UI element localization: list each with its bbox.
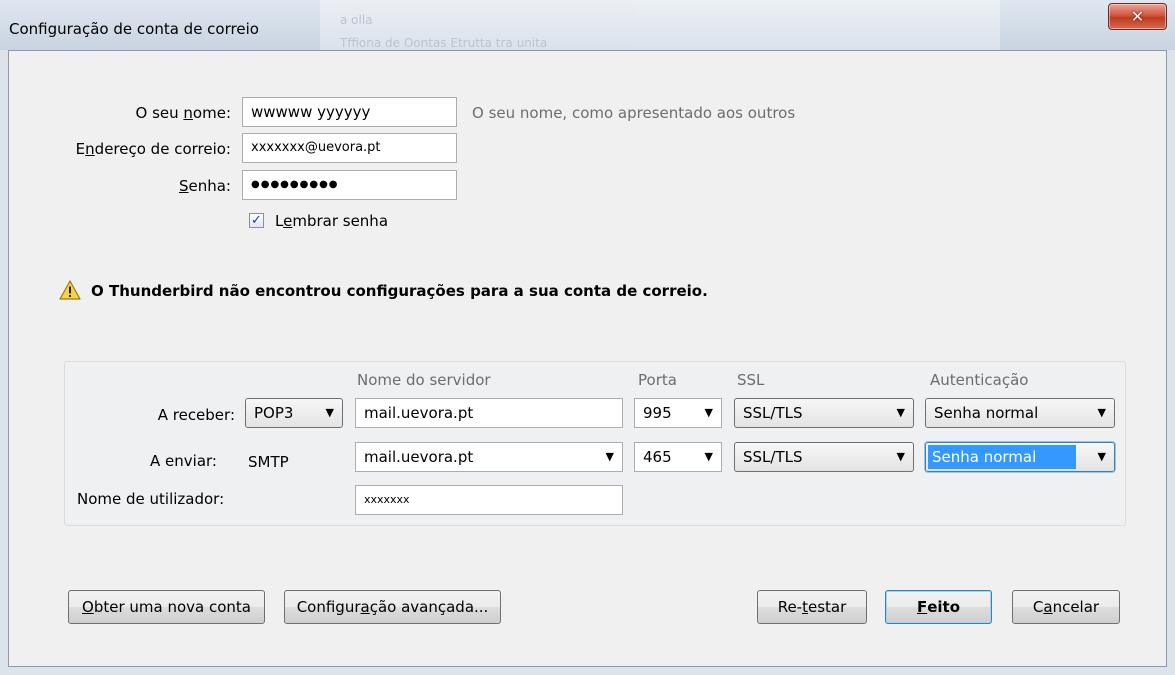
name-label-accel: n <box>183 104 193 122</box>
window-frame-left <box>0 50 8 675</box>
chevron-down-icon: ▼ <box>1097 450 1106 463</box>
password-label: Senha: <box>179 177 231 195</box>
incoming-protocol-value: POP3 <box>254 404 294 422</box>
column-header-auth: Autenticação <box>930 371 1029 389</box>
outgoing-ssl-select[interactable]: SSL/TLS ▼ <box>734 442 914 472</box>
email-input[interactable]: xxxxxxx@uevora.pt <box>242 133 457 163</box>
chevron-down-icon: ▼ <box>605 450 614 463</box>
background-text-1: a olla <box>340 13 373 27</box>
name-label-part: O seu <box>135 104 184 122</box>
background-text-2: Tffiona de Oontas Etrutta tra unita <box>340 36 548 50</box>
chevron-down-icon: ▼ <box>704 406 713 419</box>
name-input[interactable]: wwwww yyyyyy <box>242 97 457 127</box>
username-input[interactable]: xxxxxxx <box>355 485 623 515</box>
password-label-part: enha: <box>188 177 232 195</box>
incoming-ssl-value: SSL/TLS <box>743 404 803 422</box>
incoming-auth-select[interactable]: Senha normal ▼ <box>925 398 1115 428</box>
button-label-part: bter uma nova conta <box>93 598 251 616</box>
incoming-protocol-select[interactable]: POP3 ▼ <box>245 398 343 428</box>
button-label-part: eito <box>927 598 961 616</box>
password-label-accel: S <box>178 177 189 195</box>
retest-button[interactable]: Re-t estar <box>757 590 867 624</box>
outgoing-auth-value: Senha normal <box>928 445 1076 469</box>
remember-label-accel: e <box>283 212 293 230</box>
chevron-down-icon: ▼ <box>896 406 905 419</box>
name-label: O seu nome: <box>136 104 232 122</box>
window-frame-bottom <box>0 667 1175 675</box>
outgoing-protocol: SMTP <box>248 453 289 471</box>
incoming-ssl-select[interactable]: SSL/TLS ▼ <box>734 398 914 428</box>
button-accel: F <box>916 598 928 616</box>
window-frame-right <box>1167 50 1175 675</box>
button-label-part: Re- <box>777 598 803 616</box>
outgoing-ssl-value: SSL/TLS <box>743 448 803 466</box>
password-input[interactable]: ●●●●●●●●● <box>242 170 457 200</box>
advanced-config-button[interactable]: Configur a ção avançada... <box>284 590 501 624</box>
window-title: Configuração de conta de correio <box>9 20 259 38</box>
outgoing-port-value: 465 <box>643 448 672 466</box>
button-accel: O <box>82 598 94 616</box>
remember-password-checkbox[interactable]: ✓ <box>249 213 264 228</box>
background-window-ghost: a olla Tffiona de Oontas Etrutta tra uni… <box>320 0 1000 50</box>
outgoing-port-combo[interactable]: 465 ▼ <box>634 442 722 472</box>
get-new-account-button[interactable]: Obter uma nova conta <box>68 590 265 624</box>
chevron-down-icon: ▼ <box>1097 406 1106 419</box>
remember-password-label[interactable]: Lembrar senha <box>275 212 388 230</box>
email-label-part: dereço de correio: <box>94 140 231 158</box>
button-label-part: ncelar <box>1052 598 1100 616</box>
column-header-port: Porta <box>638 371 677 389</box>
remember-label-part: L <box>275 212 284 230</box>
close-icon: ✕ <box>1130 7 1145 26</box>
incoming-port-value: 995 <box>643 404 672 422</box>
column-header-server: Nome do servidor <box>357 371 491 389</box>
incoming-label: A receber: <box>157 406 235 424</box>
button-label-part: estar <box>807 598 847 616</box>
button-label-part: Configur <box>296 598 361 616</box>
title-bar[interactable]: a olla Tffiona de Oontas Etrutta tra uni… <box>0 0 1175 50</box>
column-header-ssl: SSL <box>737 371 765 389</box>
button-label-part: ção avançada... <box>369 598 489 616</box>
name-hint: O seu nome, como apresentado aos outros <box>472 104 796 122</box>
email-label-accel: n <box>85 140 95 158</box>
username-label: Nome de utilizador: <box>77 490 225 508</box>
cancel-button[interactable]: Ca ncelar <box>1012 590 1120 624</box>
warning-message: O Thunderbird não encontrou configuraçõe… <box>91 282 708 300</box>
incoming-server-input[interactable]: mail.uevora.pt <box>355 398 623 428</box>
outgoing-label: A enviar: <box>150 452 217 470</box>
close-button[interactable]: ✕ <box>1108 3 1167 30</box>
remember-label-part: mbrar senha <box>292 212 389 230</box>
button-accel: a <box>1043 598 1053 616</box>
outgoing-server-value: mail.uevora.pt <box>364 448 474 466</box>
chevron-down-icon: ▼ <box>896 450 905 463</box>
incoming-auth-value: Senha normal <box>934 404 1039 422</box>
checkmark-icon: ✓ <box>251 213 262 228</box>
chevron-down-icon: ▼ <box>325 406 334 419</box>
name-label-part: ome: <box>192 104 231 122</box>
email-label: Endereço de correio: <box>76 140 231 158</box>
chevron-down-icon: ▼ <box>704 450 713 463</box>
button-label-part: C <box>1032 598 1044 616</box>
done-button[interactable]: Feito <box>885 590 992 624</box>
button-accel: a <box>360 598 370 616</box>
outgoing-server-combo[interactable]: mail.uevora.pt ▼ <box>355 442 623 472</box>
outgoing-auth-select[interactable]: Senha normal ▼ <box>925 442 1115 472</box>
email-label-part: E <box>75 140 86 158</box>
warning-icon <box>59 280 81 300</box>
incoming-port-combo[interactable]: 995 ▼ <box>634 398 722 428</box>
